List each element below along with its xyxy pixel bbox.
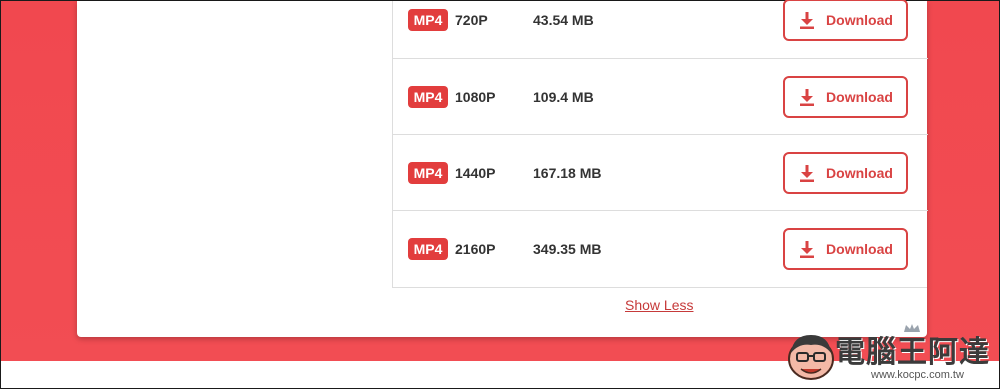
download-icon [800,88,815,106]
download-icon [800,240,815,258]
quality-label: 1080P [455,88,496,105]
result-row: MP4 2160P 349.35 MB Download [393,210,928,286]
result-row: MP4 1440P 167.18 MB Download [393,134,928,210]
mascot-icon [788,335,834,380]
file-size: 167.18 MB [533,164,602,181]
download-button[interactable]: Download [783,227,908,270]
quality-label: 720P [455,12,488,28]
result-row: MP4 1080P 109.4 MB Download [393,58,928,134]
download-results-list: MP4 720P 43.54 MB Download MP4 1080P 109… [392,0,928,288]
format-badge: MP4 [408,85,448,108]
result-row: MP4 720P 43.54 MB Download [393,0,928,58]
format-badge: MP4 [408,237,448,260]
watermark: 電腦王阿達 www.kocpc.com.tw [783,323,993,385]
show-less-link[interactable]: Show Less [625,297,693,313]
download-button-label: Download [826,240,893,257]
download-button[interactable]: Download [783,0,908,41]
download-button-label: Download [826,164,893,181]
download-button-label: Download [826,12,893,28]
download-button[interactable]: Download [783,151,908,194]
download-icon [800,12,815,29]
format-badge: MP4 [408,161,448,184]
file-size: 43.54 MB [533,12,594,28]
file-size: 349.35 MB [533,240,602,257]
download-button-label: Download [826,88,893,105]
download-button[interactable]: Download [783,75,908,118]
file-size: 109.4 MB [533,88,594,105]
format-badge: MP4 [408,9,448,31]
quality-label: 1440P [455,164,496,181]
quality-label: 2160P [455,240,496,257]
download-icon [800,164,815,182]
watermark-title: 電腦王阿達 [835,335,990,370]
watermark-url: www.kocpc.com.tw [871,369,964,381]
